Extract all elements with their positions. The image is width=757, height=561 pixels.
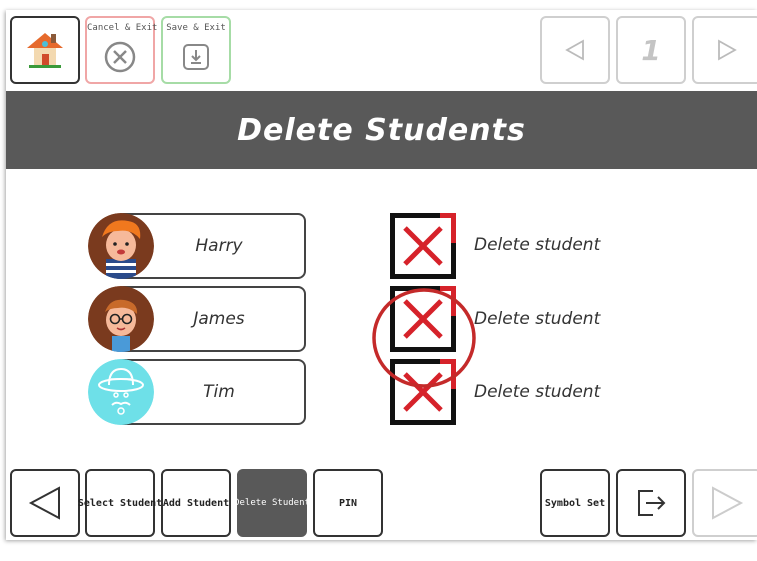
delete-student-checkbox-harry[interactable] [390,213,456,279]
app-window: Cancel & Exit Save & Exit 1 Delete Stude… [6,10,757,540]
home-button[interactable] [10,16,80,84]
previous-page-button[interactable] [540,16,610,84]
back-button[interactable] [10,469,80,537]
delete-student-tab[interactable]: Delete Student [234,469,310,537]
add-student-label: Add Student [162,497,230,509]
delete-student-label: Delete student [474,309,601,329]
student-name: Harry [195,236,243,256]
red-x-checkbox-icon [390,213,456,279]
symbol-set-label: Symbol Set [544,497,606,509]
triangle-right-icon [718,39,737,61]
triangle-left-icon [28,486,60,520]
delete-student-label: Delete student [474,235,601,255]
select-student-button[interactable]: Select Student [78,469,162,537]
avatar [88,359,154,425]
next-page-button[interactable] [692,16,757,84]
boy-glasses-avatar-icon [88,286,154,352]
pin-label: PIN [338,497,358,509]
add-student-button[interactable]: Add Student [161,469,231,537]
page-number-button[interactable]: 1 [616,16,686,84]
student-name: Tim [203,382,235,402]
triangle-right-icon [712,486,744,520]
avatar [88,213,154,279]
student-name: James [193,309,245,329]
delete-student-label: Delete student [474,382,601,402]
boy-orange-hair-avatar-icon [88,213,154,279]
exit-arrow-icon [638,490,666,516]
cancel-exit-button[interactable]: Cancel & Exit [85,16,158,84]
triangle-left-icon [565,39,584,61]
delete-student-label: Delete Student [234,498,310,508]
next-button[interactable] [692,469,757,537]
exit-button[interactable] [616,469,686,537]
page-title: Delete Students [237,112,526,148]
symbol-set-button[interactable]: Symbol Set [540,469,610,537]
cancel-exit-label: Cancel & Exit [87,23,158,33]
save-icon [183,44,209,70]
page-header: Delete Students [6,91,757,169]
save-exit-label: Save & Exit [166,23,226,33]
select-student-label: Select Student [77,497,163,509]
cancel-icon [104,41,136,73]
house-icon [27,33,63,68]
highlight-circle [372,288,476,388]
hat-mustache-avatar-icon [88,359,154,425]
pin-button[interactable]: PIN [313,469,383,537]
save-exit-button[interactable]: Save & Exit [161,16,231,84]
avatar [88,286,154,352]
page-number: 1 [641,33,661,67]
